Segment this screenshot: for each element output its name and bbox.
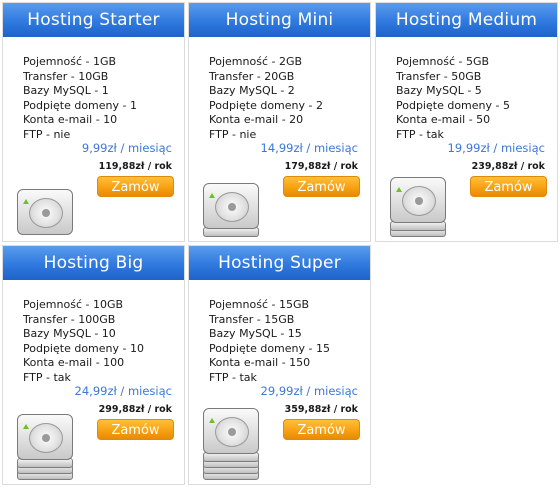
spec-item: Pojemność - 15GB — [209, 298, 310, 311]
spec-item: Bazy MySQL - 10 — [23, 327, 116, 341]
spec-item: Podpięte domeny - 15 — [209, 341, 330, 355]
plan-card: Hosting Big Pojemność - 10GB Transfer - 10… — [2, 245, 185, 485]
plan-title: Hosting Big — [3, 246, 184, 280]
spec-item: Konta e-mail - 50 — [396, 113, 491, 127]
price-monthly: 24,99zł / miesiąc — [74, 384, 172, 398]
spindle — [42, 434, 50, 442]
spindle — [415, 197, 423, 205]
spec-item: Podpięte domeny - 10 — [23, 341, 144, 355]
hard-drive-icon — [390, 177, 450, 249]
plan-card: Hosting Mini Pojemność - 2GB Transfer - 20… — [188, 2, 371, 242]
drive-top — [17, 189, 73, 235]
status-led — [396, 187, 402, 192]
order-button[interactable]: Zamów — [97, 419, 174, 440]
spec-item: Transfer - 20GB — [209, 69, 295, 83]
spec-item: Transfer - 15GB — [209, 312, 295, 326]
price-box: 29,99zł / miesiąc 359,88zł / rok — [261, 384, 358, 415]
plan-card: Hosting Medium Pojemność - 5GB Transfer - … — [375, 2, 558, 242]
spec-item: Podpięte domeny - 5 — [396, 98, 510, 112]
plan-title: Hosting Starter — [3, 3, 184, 37]
spec-item: Podpięte domeny - 2 — [209, 98, 323, 112]
hard-drive-icon — [17, 414, 77, 486]
price-yearly: 299,88zł / rok — [98, 404, 172, 415]
spec-item: Bazy MySQL - 5 — [396, 84, 482, 98]
spec-item: Bazy MySQL - 1 — [23, 84, 109, 98]
status-led — [209, 193, 215, 198]
spec-item: Pojemność - 5GB — [396, 55, 490, 68]
price-yearly: 179,88zł / rok — [284, 161, 358, 172]
status-led — [23, 424, 29, 429]
price-yearly: 239,88zł / rok — [471, 161, 545, 172]
price-box: 9,99zł / miesiąc 119,88zł / rok — [82, 141, 172, 172]
order-button[interactable]: Zamów — [97, 176, 174, 197]
drive-top — [17, 414, 73, 460]
spec-item: Pojemność - 2GB — [209, 55, 303, 68]
plan-specs: Pojemność - 10GB Transfer - 100GB Bazy MyS… — [23, 298, 184, 386]
plan-title: Hosting Super — [189, 246, 370, 280]
plan-card: Hosting Super Pojemność - 15GB Transfer - … — [188, 245, 371, 485]
price-monthly: 9,99zł / miesiąc — [81, 141, 172, 155]
plan-title: Hosting Mini — [189, 3, 370, 37]
price-yearly: 119,88zł / rok — [98, 161, 172, 172]
status-led — [23, 199, 29, 204]
plan-specs: Pojemność - 2GB Transfer - 20GB Bazy MySQL… — [209, 55, 370, 143]
spec-item: Konta e-mail - 20 — [209, 113, 304, 127]
price-yearly: 359,88zł / rok — [284, 404, 358, 415]
plan-card: Hosting Starter Pojemność - 1GB Transfer -… — [2, 2, 185, 242]
spindle — [42, 209, 50, 217]
spec-item: Transfer - 50GB — [396, 69, 482, 83]
price-box: 24,99zł / miesiąc 299,88zł / rok — [75, 384, 172, 415]
spec-item: Konta e-mail - 100 — [23, 356, 125, 370]
plan-title: Hosting Medium — [376, 3, 557, 37]
spec-item: Pojemność - 1GB — [23, 55, 117, 68]
spindle — [228, 203, 236, 211]
spec-item: Bazy MySQL - 15 — [209, 327, 302, 341]
drive-top — [390, 177, 446, 223]
spec-item: Konta e-mail - 150 — [209, 356, 311, 370]
order-button[interactable]: Zamów — [283, 419, 360, 440]
status-led — [209, 418, 215, 423]
spec-item: Transfer - 10GB — [23, 69, 109, 83]
drive-top — [203, 408, 259, 454]
spec-item: Bazy MySQL - 2 — [209, 84, 295, 98]
price-monthly: 29,99zł / miesiąc — [260, 384, 358, 398]
drive-top — [203, 183, 259, 229]
spec-item: Podpięte domeny - 1 — [23, 98, 137, 112]
plan-specs: Pojemność - 5GB Transfer - 50GB Bazy MySQL… — [396, 55, 557, 143]
plan-specs: Pojemność - 1GB Transfer - 10GB Bazy MySQL… — [23, 55, 184, 143]
order-button[interactable]: Zamów — [283, 176, 360, 197]
price-monthly: 19,99zł / miesiąc — [447, 141, 545, 155]
spindle — [228, 428, 236, 436]
spec-item: Konta e-mail - 10 — [23, 113, 118, 127]
price-monthly: 14,99zł / miesiąc — [260, 141, 358, 155]
spec-item: Pojemność - 10GB — [23, 298, 124, 311]
order-button[interactable]: Zamów — [470, 176, 547, 197]
hard-drive-icon — [203, 408, 263, 480]
price-box: 19,99zł / miesiąc 239,88zł / rok — [448, 141, 545, 172]
price-box: 14,99zł / miesiąc 179,88zł / rok — [261, 141, 358, 172]
spec-item: Transfer - 100GB — [23, 312, 116, 326]
plan-specs: Pojemność - 15GB Transfer - 15GB Bazy MySQ… — [209, 298, 370, 386]
